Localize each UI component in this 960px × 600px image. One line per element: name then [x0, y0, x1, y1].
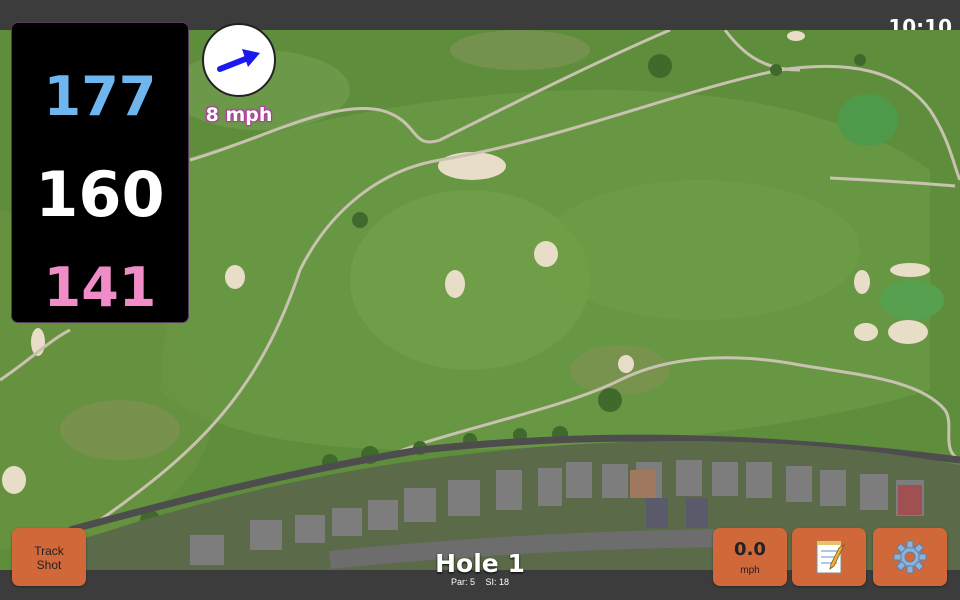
hole-info: Par: 5 SI: 18 [380, 577, 580, 587]
track-shot-label-line2: Shot [36, 558, 62, 572]
center-distance: 160 [35, 158, 165, 231]
track-shot-button[interactable]: Track Shot [12, 528, 86, 586]
hole-stroke-index: SI: 18 [485, 577, 510, 587]
wind-speed: 8 mph [205, 104, 273, 126]
back-distance: 177 [43, 65, 157, 128]
hole-par: Par: 5 [450, 577, 475, 587]
wind-indicator [202, 23, 276, 97]
notes-button[interactable] [792, 528, 866, 586]
speed-value: 0.0 [734, 539, 766, 560]
speed-button[interactable]: 0.0 mph [713, 528, 787, 586]
track-shot-label-line1: Track [34, 544, 64, 558]
front-distance: 141 [43, 256, 157, 319]
arrow-right-up-icon [217, 49, 260, 72]
settings-button[interactable] [873, 528, 947, 586]
distance-panel: 177 160 141 [12, 23, 188, 322]
hole-title: Hole 1 [435, 549, 525, 578]
speed-unit: mph [740, 565, 760, 576]
gear-icon [893, 540, 927, 574]
notepad-icon [816, 541, 845, 574]
